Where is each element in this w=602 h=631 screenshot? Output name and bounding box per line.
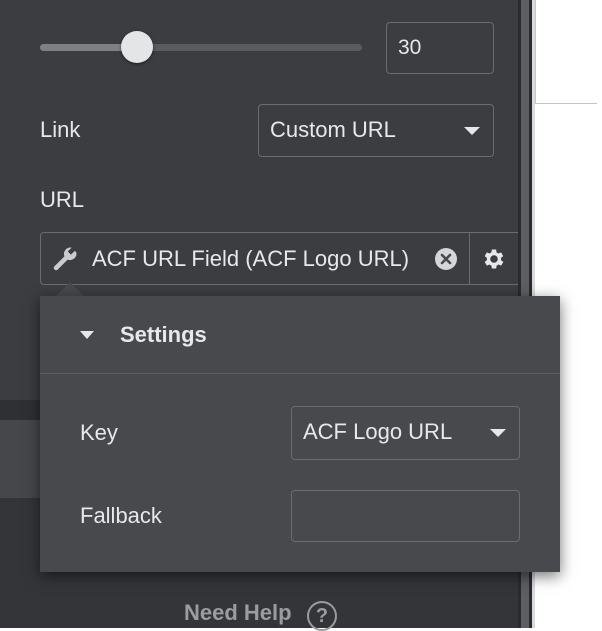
key-label: Key [80,420,118,445]
fallback-input[interactable] [291,490,520,542]
gear-icon[interactable] [481,246,507,272]
field-divider [469,233,470,284]
fallback-label: Fallback [80,503,162,528]
url-label: URL [40,187,85,212]
clear-circle-icon[interactable] [434,247,458,271]
help-circle-icon[interactable]: ? [307,601,337,631]
section-divider [0,400,40,420]
settings-popover: Settings Key ACF Logo URL Fallback [40,296,560,572]
need-help-link[interactable]: Need Help [184,600,292,626]
wrench-icon[interactable] [51,245,79,273]
popover-arrow [56,282,84,296]
settings-title: Settings [120,322,207,347]
link-select[interactable]: Custom URL [258,104,494,157]
canvas-selected-element[interactable] [535,0,597,104]
link-select-value: Custom URL [270,117,396,142]
section-row [0,420,40,498]
spacing-slider-handle[interactable] [120,31,153,63]
caret-down-icon [490,429,506,437]
caret-down-icon [464,127,480,135]
dynamic-tag-label: ACF URL Field (ACF Logo URL) [92,246,410,271]
link-label: Link [40,117,81,142]
key-select-value: ACF Logo URL [303,419,453,444]
collapse-triangle-icon [80,331,94,339]
settings-header[interactable]: Settings [40,296,560,374]
url-dynamic-field[interactable]: ACF URL Field (ACF Logo URL) [40,232,524,285]
key-select[interactable]: ACF Logo URL [291,406,520,460]
spacing-number-input[interactable]: 30 [386,22,494,74]
